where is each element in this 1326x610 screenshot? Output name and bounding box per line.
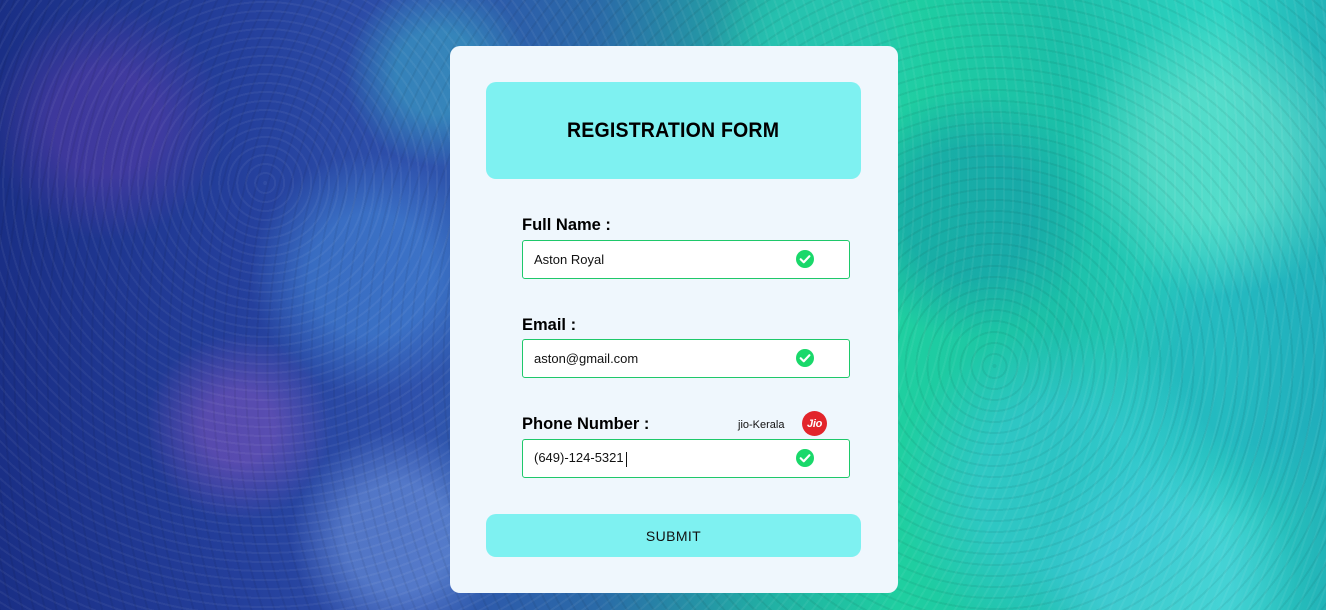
full-name-label: Full Name :	[522, 216, 611, 234]
jio-logo-icon: Jio	[802, 411, 827, 436]
submit-button[interactable]: SUBMIT	[486, 514, 861, 557]
full-name-field[interactable]: Aston Royal	[522, 240, 850, 279]
form-title: REGISTRATION FORM	[567, 118, 780, 142]
jio-logo-text: Jio	[807, 417, 822, 430]
phone-carrier-label: jio-Kerala	[738, 419, 785, 431]
phone-number-field[interactable]: (649)-124-5321	[522, 439, 850, 478]
phone-number-value: (649)-124-5321	[534, 450, 624, 466]
form-header: REGISTRATION FORM	[486, 82, 861, 179]
phone-number-label: Phone Number :	[522, 415, 650, 433]
text-caret	[625, 451, 627, 467]
check-circle-icon	[796, 250, 814, 268]
email-field[interactable]: aston@gmail.com	[522, 339, 850, 378]
registration-card: REGISTRATION FORM Full Name : Aston Roya…	[450, 46, 898, 593]
check-circle-icon	[796, 449, 814, 467]
email-label: Email :	[522, 316, 577, 334]
check-circle-icon	[796, 349, 814, 367]
